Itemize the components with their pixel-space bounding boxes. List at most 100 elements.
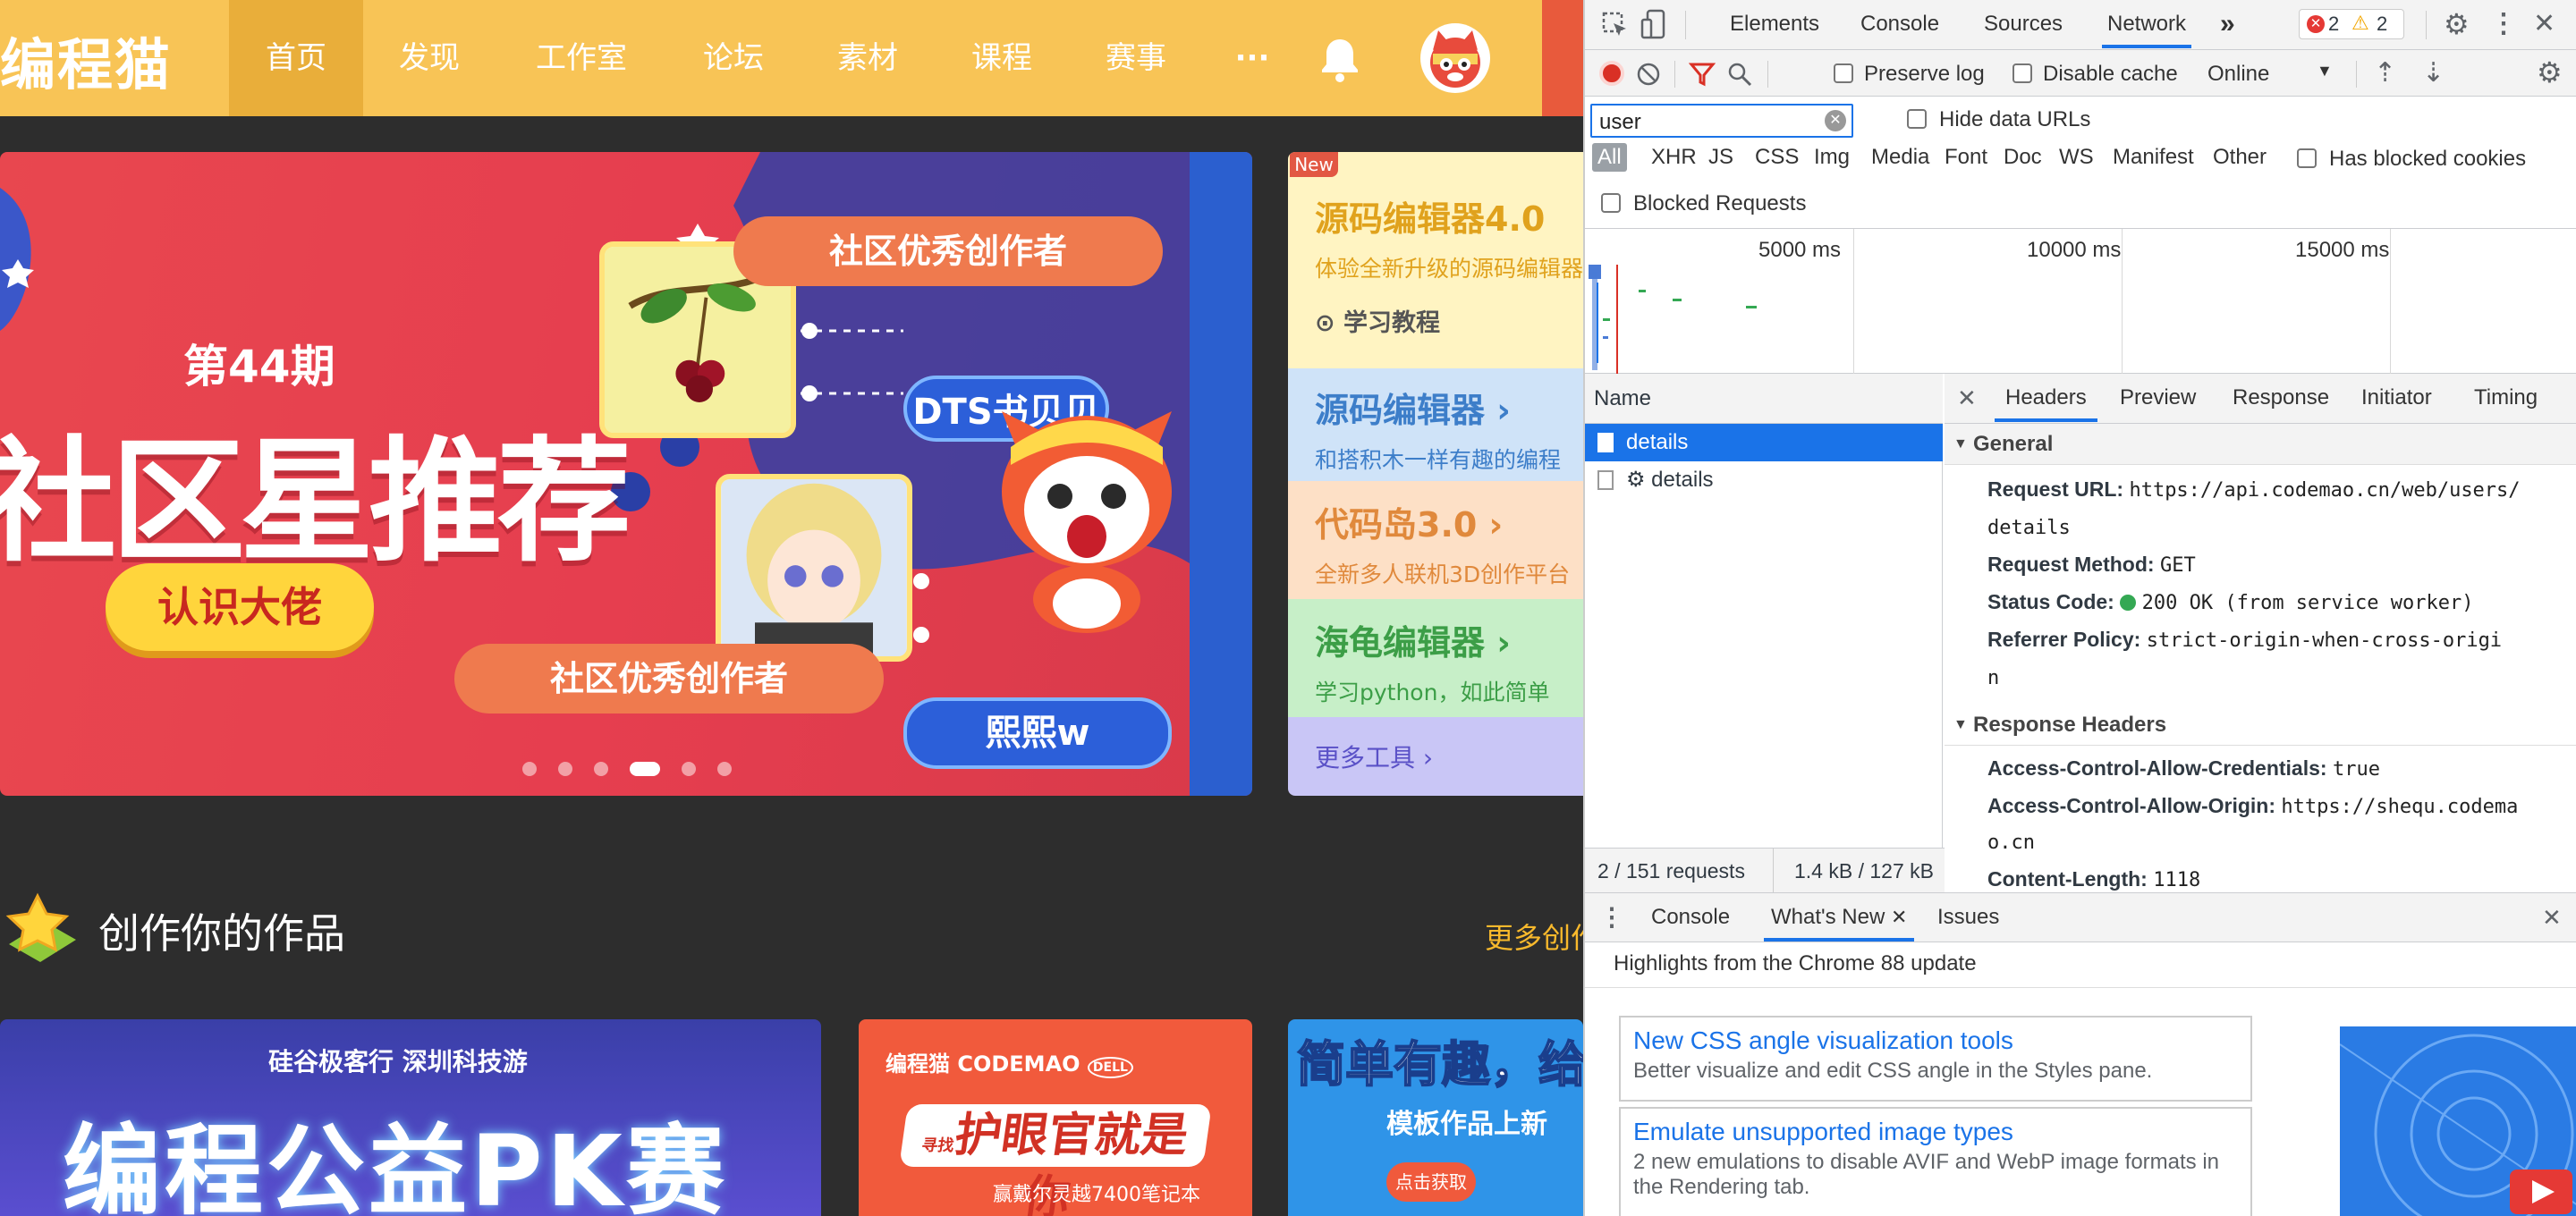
- close-detail-icon[interactable]: ✕: [1957, 374, 1977, 422]
- banner-carousel[interactable]: 第44期 社区星推荐 认识大佬 社区优秀创作者 DTS书贝贝 社区优秀创作者 熙…: [0, 152, 1252, 796]
- tool-more[interactable]: 更多工具 ›: [1288, 717, 1583, 796]
- tool-kitten4[interactable]: 源码编辑器4.0 体验全新升级的源码编辑器 ⊙ 学习教程: [1288, 152, 1583, 368]
- filter-other[interactable]: Other: [2213, 145, 2267, 170]
- card-eye-care[interactable]: 编程猫 CODEMAO DELL 寻找护眼官就是你 赢戴尔灵越7400笔记本: [859, 1019, 1252, 1216]
- news-title[interactable]: Emulate unsupported image types: [1633, 1118, 2238, 1146]
- request-row-selected[interactable]: details: [1585, 424, 1943, 461]
- filter-doc[interactable]: Doc: [2004, 145, 2042, 170]
- filter-css[interactable]: CSS: [1755, 145, 1799, 170]
- search-icon[interactable]: [1726, 61, 1753, 88]
- warning-count: 2: [2377, 13, 2388, 35]
- carousel-dot[interactable]: [522, 762, 537, 776]
- settings-gear-icon[interactable]: ⚙: [2444, 0, 2470, 48]
- nav-assets[interactable]: 素材: [814, 0, 921, 116]
- avatar[interactable]: [1420, 23, 1490, 93]
- tab-elements[interactable]: Elements: [1730, 0, 1819, 48]
- import-har-icon[interactable]: ⇡: [2374, 57, 2396, 89]
- kebab-menu-icon[interactable]: ⋮: [2490, 0, 2517, 48]
- tab-headers[interactable]: Headers: [1995, 374, 2097, 422]
- nav-contests[interactable]: 赛事: [1082, 0, 1190, 116]
- nav-forum[interactable]: 论坛: [680, 0, 787, 116]
- carousel-dot-active[interactable]: [630, 762, 660, 776]
- meet-creators-button[interactable]: 认识大佬: [106, 563, 374, 651]
- timeline-grid: [2390, 229, 2391, 374]
- nav-studio[interactable]: 工作室: [519, 0, 644, 116]
- filter-icon[interactable]: [1689, 61, 1716, 88]
- filter-xhr[interactable]: XHR: [1651, 145, 1697, 170]
- creator-name-bottom[interactable]: 熙熙w: [903, 697, 1172, 769]
- card-pk-contest[interactable]: 硅谷极客行 深圳科技游 编程公益PK赛: [0, 1019, 821, 1216]
- blocked-requests-checkbox[interactable]: [1601, 193, 1621, 213]
- close-devtools-icon[interactable]: ✕: [2533, 0, 2555, 48]
- close-tab-icon[interactable]: ✕: [1891, 906, 1907, 928]
- has-blocked-cookies-label: Has blocked cookies: [2329, 147, 2527, 171]
- carousel-dot[interactable]: [558, 762, 572, 776]
- whats-new-thumbnail[interactable]: [2340, 1026, 2576, 1216]
- nav-home[interactable]: 首页: [229, 0, 363, 116]
- clear-icon[interactable]: [1635, 61, 1662, 88]
- tab-initiator[interactable]: Initiator: [2361, 374, 2432, 422]
- get-button[interactable]: 点击获取: [1386, 1162, 1476, 1202]
- request-details: ✕ Headers Preview Response Initiator Tim…: [1945, 374, 2576, 892]
- nav-courses[interactable]: 课程: [948, 0, 1055, 116]
- issues-counter[interactable]: ✕ 2 ⚠ 2: [2299, 9, 2404, 39]
- throttling-select[interactable]: Online: [2207, 62, 2269, 87]
- content-length-row: Content-Length: 1118: [1987, 867, 2201, 891]
- filter-ws[interactable]: WS: [2059, 145, 2094, 170]
- tool-codeisland[interactable]: 代码岛3.0 › 全新多人联机3D创作平台: [1288, 481, 1583, 599]
- filter-js[interactable]: JS: [1708, 145, 1733, 170]
- filter-manifest[interactable]: Manifest: [2113, 145, 2194, 170]
- disable-cache-checkbox[interactable]: [2012, 63, 2032, 83]
- drawer-tab-whats-new[interactable]: What's New ✕: [1764, 893, 1915, 942]
- more-create-link[interactable]: 更多创作: [1485, 916, 1583, 957]
- tab-console[interactable]: Console: [1860, 0, 1939, 48]
- inspect-icon[interactable]: [1601, 11, 1630, 39]
- site-logo[interactable]: 编程猫: [0, 20, 172, 100]
- general-section-header[interactable]: ▼ General: [1945, 424, 2576, 465]
- new-badge: New: [1290, 152, 1338, 177]
- filter-all[interactable]: All: [1592, 143, 1627, 172]
- has-blocked-cookies-checkbox[interactable]: [2297, 148, 2317, 168]
- filter-input[interactable]: user ✕: [1590, 104, 1853, 138]
- preserve-log-checkbox[interactable]: [1834, 63, 1853, 83]
- filter-media[interactable]: Media: [1871, 145, 1929, 170]
- network-timeline[interactable]: 5000 ms 10000 ms 15000 ms: [1585, 229, 2576, 374]
- news-title[interactable]: New CSS angle visualization tools: [1633, 1026, 2238, 1055]
- tab-preview[interactable]: Preview: [2120, 374, 2196, 422]
- nav-discover[interactable]: 发现: [376, 0, 483, 116]
- carousel-dot[interactable]: [682, 762, 696, 776]
- card-templates[interactable]: 简单有趣，给你 模板作品上新 点击获取: [1288, 1019, 1583, 1216]
- more-tabs-icon[interactable]: »: [2220, 0, 2235, 48]
- tool-kitten[interactable]: 源码编辑器 › 和搭积木一样有趣的编程: [1288, 368, 1583, 481]
- device-toggle-icon[interactable]: [1640, 9, 1669, 41]
- response-headers-section-header[interactable]: ▼ Response Headers: [1945, 705, 2576, 746]
- tutorial-link[interactable]: ⊙ 学习教程: [1315, 303, 1583, 338]
- name-column-header[interactable]: Name: [1585, 374, 1943, 424]
- drawer-tab-issues[interactable]: Issues: [1937, 893, 1999, 942]
- news-card[interactable]: Emulate unsupported image types 2 new em…: [1619, 1107, 2252, 1216]
- nav-more[interactable]: ···: [1216, 0, 1288, 116]
- tool-turtle[interactable]: 海龟编辑器 › 学习python，如此简单: [1288, 599, 1583, 717]
- drawer-tab-console[interactable]: Console: [1651, 893, 1730, 942]
- chevron-down-icon[interactable]: ▼: [2317, 62, 2333, 80]
- timeline-label: 10000 ms: [2027, 238, 2122, 262]
- drawer-menu-icon[interactable]: ⋮: [1599, 893, 1624, 942]
- record-icon[interactable]: [1599, 61, 1624, 86]
- close-drawer-icon[interactable]: ✕: [2542, 893, 2562, 942]
- tab-timing[interactable]: Timing: [2474, 374, 2538, 422]
- carousel-dot[interactable]: [717, 762, 732, 776]
- tab-response[interactable]: Response: [2233, 374, 2329, 422]
- clear-filter-icon[interactable]: ✕: [1825, 110, 1846, 131]
- tab-network[interactable]: Network: [2102, 0, 2192, 48]
- export-har-icon[interactable]: ⇣: [2422, 57, 2445, 89]
- request-row[interactable]: ⚙ details: [1585, 461, 1943, 499]
- tab-sources[interactable]: Sources: [1984, 0, 2063, 48]
- filter-img[interactable]: Img: [1814, 145, 1850, 170]
- hide-data-urls-checkbox[interactable]: [1907, 109, 1927, 129]
- network-settings-gear-icon[interactable]: ⚙: [2537, 55, 2563, 89]
- carousel-dot[interactable]: [594, 762, 608, 776]
- carousel-dots[interactable]: [522, 762, 732, 776]
- news-card[interactable]: New CSS angle visualization tools Better…: [1619, 1016, 2252, 1102]
- bell-icon[interactable]: [1315, 34, 1365, 84]
- filter-font[interactable]: Font: [1945, 145, 1987, 170]
